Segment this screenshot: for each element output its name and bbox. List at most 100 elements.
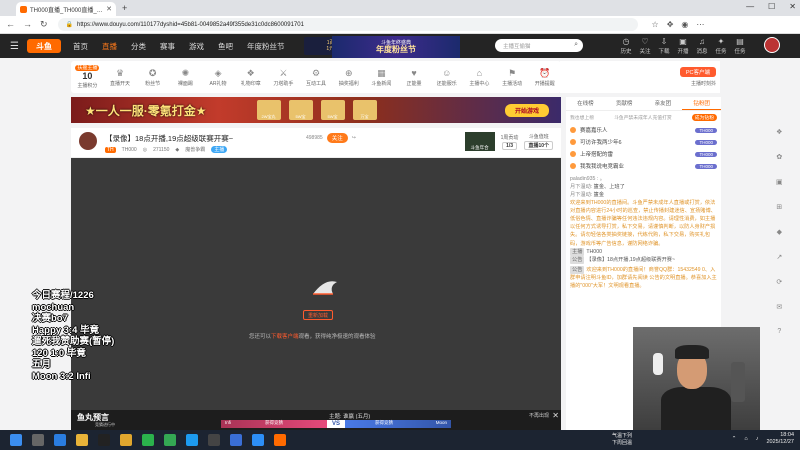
feedback-icon[interactable]: ✉: [776, 303, 782, 311]
messages-button[interactable]: ♫ 消息: [696, 37, 708, 55]
reload-icon[interactable]: ↻: [40, 19, 48, 30]
rank-row[interactable]: 赛嘉嘉乐人 TH000: [566, 124, 721, 136]
search-icon[interactable]: [32, 434, 44, 446]
chat-user[interactable]: 月下温动:: [570, 192, 592, 198]
app-icon[interactable]: [186, 434, 198, 446]
toolbar-item[interactable]: ▦ 斗鱼新闻: [365, 68, 398, 87]
pc-client-button[interactable]: PC客户端: [679, 67, 716, 77]
reload-button[interactable]: 重新加载: [303, 310, 333, 320]
weather-widget[interactable]: 气温下列 下周回温: [612, 433, 632, 446]
streamer-name[interactable]: TH000: [122, 147, 137, 153]
forward-icon[interactable]: →: [23, 19, 32, 30]
close-tab-icon[interactable]: ✕: [106, 5, 112, 13]
tab-contribution[interactable]: 贡献榜: [605, 97, 644, 110]
download-button[interactable]: ⇩ 下载: [658, 37, 670, 55]
follow-button[interactable]: ♡ 关注: [639, 37, 651, 55]
back-icon[interactable]: ←: [6, 19, 15, 30]
chrome-icon[interactable]: [164, 434, 176, 446]
task-icon[interactable]: ✿: [776, 153, 782, 161]
search-input[interactable]: 主播互偷猫 ⌕: [495, 39, 583, 52]
toolbar-item[interactable]: ⚙ 互动工具: [300, 68, 333, 87]
fans-rank[interactable]: 斗鱼值班 直播10个: [524, 133, 553, 150]
tasks-button[interactable]: ✦ 任务: [715, 37, 727, 55]
toolbar-item[interactable]: ⊕ 抽奖福利: [332, 68, 365, 87]
follow-button[interactable]: 关注: [326, 133, 348, 143]
game-icon[interactable]: [208, 434, 220, 446]
dont-show-checkbox[interactable]: 不再出现: [529, 412, 549, 419]
toolbar-item[interactable]: ❖ 礼物印章: [234, 68, 267, 87]
volume-icon[interactable]: ♪: [756, 436, 759, 442]
browser-tab[interactable]: TH000直播_TH000直播_TH000视... ✕: [16, 2, 116, 16]
toolbar-item[interactable]: ⚔ 刀塔助手: [267, 68, 300, 87]
toolbar-item[interactable]: ⌂ 主播中心: [463, 68, 496, 87]
toolbar-item[interactable]: ☺ 还能服乐: [430, 68, 463, 87]
start-icon[interactable]: [10, 434, 22, 446]
streamer-avatar[interactable]: [79, 132, 97, 150]
wechat-icon[interactable]: [142, 434, 154, 446]
search-icon[interactable]: ⌕: [574, 41, 578, 49]
streamer-level[interactable]: 扶摇主播 10 主播积分: [71, 64, 104, 90]
toolbar-item[interactable]: ◈ AR礼物: [202, 68, 235, 87]
rank-row[interactable]: 上帝搭配的雷 TH000: [566, 148, 721, 160]
become-fan-button[interactable]: 成为钻粉: [691, 114, 717, 121]
toolbar-item[interactable]: ✺ 裸面踢: [169, 68, 202, 87]
nav-live[interactable]: 直播: [102, 41, 117, 52]
gift-icon[interactable]: ❖: [776, 128, 782, 136]
refresh-icon[interactable]: ⟳: [776, 278, 782, 286]
new-tab-icon[interactable]: +: [122, 3, 127, 13]
nav-fan-festival[interactable]: 年度粉丝节: [247, 41, 285, 52]
app-icon[interactable]: [230, 434, 242, 446]
share-icon[interactable]: ↪: [352, 135, 356, 141]
rank-row[interactable]: 我我我说电竞霸业 TH000: [566, 160, 721, 172]
app-icon[interactable]: [252, 434, 264, 446]
tab-diamond-fans[interactable]: 钻粉团: [682, 97, 721, 110]
minimize-icon[interactable]: —: [746, 2, 754, 11]
edge-icon[interactable]: [54, 434, 66, 446]
hamburger-icon[interactable]: ☰: [10, 41, 19, 52]
game-ad-banner[interactable]: ★一人一服·零氪打金★ 2W宝丸 5W宝 5W宝 万宝 开始游戏: [71, 97, 561, 123]
share-icon[interactable]: ↗: [776, 253, 782, 261]
folder-icon[interactable]: [76, 434, 88, 446]
left-option[interactable]: Infi 获得竞猜: [221, 420, 327, 428]
extensions-icon[interactable]: ✥: [667, 20, 674, 29]
category-name[interactable]: 魔兽争霸: [185, 146, 205, 153]
nav-games[interactable]: 游戏: [189, 41, 204, 52]
help-icon[interactable]: ?: [777, 328, 781, 335]
close-window-icon[interactable]: ✕: [789, 2, 796, 11]
ad-play-button[interactable]: 开始游戏: [504, 104, 549, 117]
chat-user[interactable]: 月下温动:: [570, 184, 592, 190]
nav-home[interactable]: 首页: [73, 41, 88, 52]
site-logo[interactable]: 斗鱼: [26, 39, 61, 53]
user-avatar[interactable]: [764, 37, 780, 53]
douyu-icon[interactable]: [274, 434, 286, 446]
nav-category[interactable]: 分类: [131, 41, 146, 52]
vs-bar[interactable]: Infi 获得竞猜 VS 获得竞猜 Moon: [221, 420, 451, 428]
nav-events[interactable]: 赛事: [160, 41, 175, 52]
clock[interactable]: 18:04 2025/12/27: [766, 432, 794, 446]
festival-banner[interactable]: 斗鱼年终盛典 年度粉丝节: [332, 36, 460, 58]
event-thumbnail[interactable]: 斗鱼年合: [464, 132, 495, 151]
toolbar-item[interactable]: ⏰ 开播提醒: [528, 68, 561, 87]
start-stream-button[interactable]: ▣ 开播: [677, 37, 689, 55]
history-button[interactable]: ◷ 历史: [620, 37, 632, 55]
tab-online[interactable]: 在线榜: [566, 97, 605, 110]
url-field[interactable]: 🔒 https://www.douyu.com/110177dyshid=45b…: [57, 18, 638, 31]
files-icon[interactable]: [120, 434, 132, 446]
toolbar-item[interactable]: ✪ 粉丝节: [136, 68, 169, 87]
maximize-icon[interactable]: ☐: [768, 2, 775, 11]
network-icon[interactable]: ⌂: [744, 436, 747, 442]
profile-icon[interactable]: ◉: [681, 20, 688, 29]
tray-up-icon[interactable]: ⌃: [732, 436, 737, 442]
right-option[interactable]: 获得竞猜 Moon: [345, 420, 451, 428]
toolbar-item[interactable]: ♥ 正能量: [398, 68, 431, 87]
tab-friends[interactable]: 亲友团: [644, 97, 683, 110]
toolbar-item[interactable]: ⚑ 主播活动: [496, 68, 529, 87]
game-icon[interactable]: ◆: [777, 228, 782, 236]
video-player[interactable]: 重新加载 您还可以下载客户端观看，获得纯净极速的观看体验: [71, 158, 561, 410]
grid-icon[interactable]: ⊞: [776, 203, 782, 211]
app-icon[interactable]: ▣: [776, 178, 783, 186]
close-icon[interactable]: ✕: [552, 411, 559, 420]
menu-icon[interactable]: ⋯: [696, 20, 704, 29]
rank-row[interactable]: 可访许我两少年6 TH000: [566, 136, 721, 148]
weekly-rank[interactable]: 1周贡动 1/3: [501, 134, 518, 150]
